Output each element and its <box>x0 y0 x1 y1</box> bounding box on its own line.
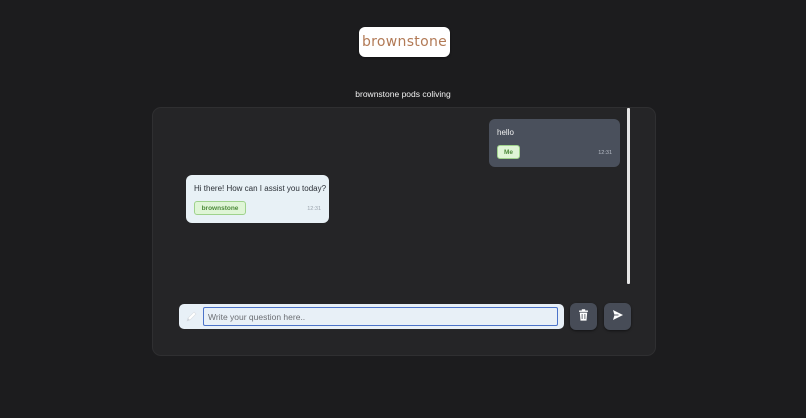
message-time: 12:31 <box>307 206 321 212</box>
message-user: hello Me 12:31 <box>489 119 620 167</box>
sender-badge: brownstone <box>194 201 246 215</box>
message-text: hello <box>497 128 514 137</box>
message-bot: Hi there! How can I assist you today? br… <box>186 175 329 223</box>
composer <box>179 304 564 329</box>
question-input[interactable] <box>203 307 558 326</box>
sender-badge: Me <box>497 145 520 159</box>
logo: brownstone <box>359 27 450 57</box>
send-button[interactable] <box>604 303 631 330</box>
page-subtitle: brownstone pods coliving <box>355 89 451 99</box>
logo-text: brownstone <box>361 34 448 50</box>
message-time: 12:31 <box>598 150 612 156</box>
message-text: Hi there! How can I assist you today? <box>194 184 327 193</box>
chat-scrollbar[interactable] <box>627 108 630 284</box>
pencil-icon <box>185 310 198 323</box>
clear-chat-button[interactable] <box>570 303 597 330</box>
trash-icon <box>578 309 589 324</box>
send-icon <box>612 309 624 324</box>
